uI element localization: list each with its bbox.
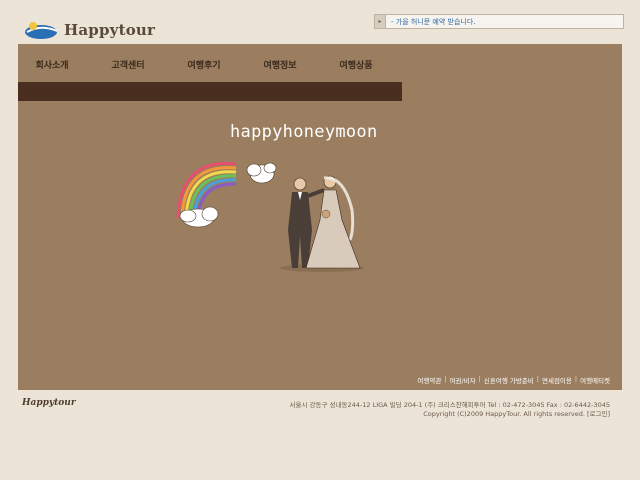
notice-text[interactable]: - 가을 허니문 예약 받습니다.	[391, 17, 476, 27]
footer-link-separator: |	[574, 375, 578, 383]
footer-link-separator: |	[444, 375, 447, 383]
footer-links: 여행약관 | 여권/비자 | 신혼여행 가방준비 | 면세점이용 | 여행에티켓	[417, 375, 610, 385]
nav-item-support[interactable]: 고객센터	[90, 58, 166, 71]
footer-link-packing[interactable]: 신혼여행 가방준비	[484, 375, 534, 385]
notice-arrow-icon[interactable]: ▸	[375, 15, 386, 28]
footer-address: 서울시 강동구 성내동244-12 LIGA 빌딩 204-1 (주) 크리스찬…	[289, 401, 610, 409]
notice-ticker[interactable]: ▸ - 가을 허니문 예약 받습니다.	[374, 14, 624, 29]
footer-link-separator: |	[478, 375, 481, 383]
brand-name: Happytour	[64, 21, 156, 39]
nav-bar	[18, 82, 402, 101]
footer-copyright: Copyright (C)2009 HappyTour. All rights …	[423, 410, 610, 418]
nav-item-products[interactable]: 여행상품	[318, 58, 394, 71]
brand-logo[interactable]: Happytour	[24, 20, 155, 40]
logo-icon	[25, 22, 58, 39]
nav-item-info[interactable]: 여행정보	[242, 58, 318, 71]
hero-headline: happyhoneymoon	[230, 122, 378, 142]
wedding-couple-illustration	[280, 175, 364, 272]
footer-link-terms[interactable]: 여행약관	[417, 375, 441, 385]
footer-link-etiquette[interactable]: 여행에티켓	[580, 375, 610, 385]
footer-logo: Happytour	[22, 398, 76, 408]
footer-link-separator: |	[536, 375, 539, 383]
footer-address-block: 서울시 강동구 성내동244-12 LIGA 빌딩 204-1 (주) 크리스찬…	[290, 401, 610, 419]
nav-item-reviews[interactable]: 여행후기	[166, 58, 242, 71]
footer-link-dutyfree[interactable]: 면세점이용	[542, 375, 572, 385]
rainbow-illustration	[176, 161, 277, 228]
main-panel: 회사소개 고객센터 여행후기 여행정보 여행상품 happyhoneymoon	[18, 44, 622, 390]
main-nav: 회사소개 고객센터 여행후기 여행정보 여행상품	[18, 58, 402, 71]
nav-item-company[interactable]: 회사소개	[18, 58, 90, 71]
footer-link-passport[interactable]: 여권/비자	[450, 375, 476, 385]
